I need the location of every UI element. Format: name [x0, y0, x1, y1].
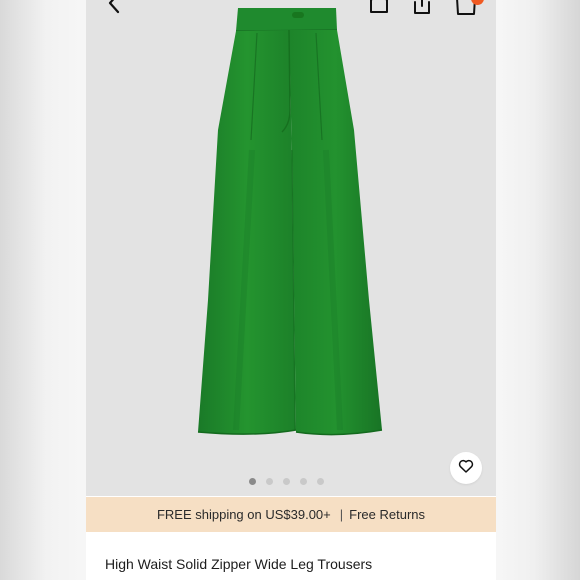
pagination-dot[interactable]: [300, 477, 307, 485]
product-image: [197, 8, 383, 436]
pagination-dot[interactable]: [249, 477, 256, 485]
separator: |: [339, 507, 344, 522]
product-gallery[interactable]: [86, 0, 496, 496]
free-returns-text: Free Returns: [349, 507, 426, 522]
home-icon[interactable]: [368, 0, 390, 14]
chevron-left-icon[interactable]: [106, 0, 124, 14]
gallery-pagination[interactable]: [249, 476, 324, 486]
share-icon[interactable]: [411, 0, 433, 16]
product-page: FREE shipping on US$39.00+ | Free Return…: [86, 0, 496, 580]
pagination-dot[interactable]: [283, 477, 290, 485]
free-shipping-text: FREE shipping on US$39.00+: [156, 507, 331, 522]
product-title: High Waist Solid Zipper Wide Leg Trouser…: [105, 556, 373, 572]
heart-icon: [457, 457, 475, 480]
shipping-banner[interactable]: FREE shipping on US$39.00+ | Free Return…: [86, 497, 496, 532]
wishlist-button[interactable]: [450, 452, 482, 484]
pagination-dot[interactable]: [317, 477, 324, 485]
pagination-dot[interactable]: [266, 477, 273, 485]
